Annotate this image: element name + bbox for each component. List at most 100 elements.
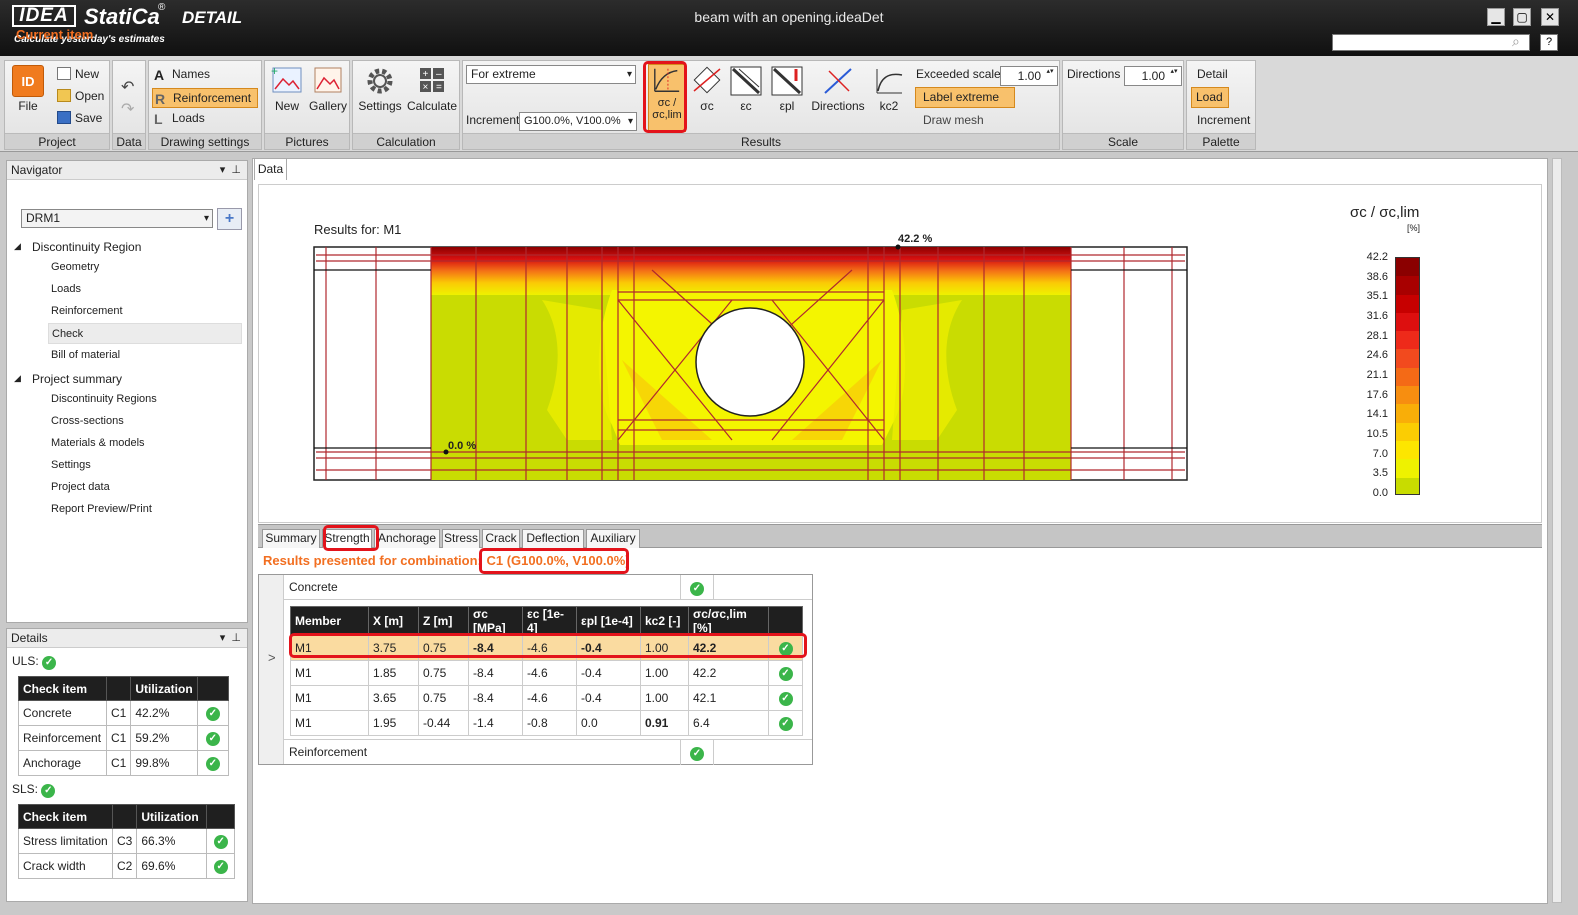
results-header-0[interactable]: Member: [290, 606, 369, 636]
reinforcement-group-row[interactable]: Reinforcement ✓: [284, 739, 812, 765]
results-cell: 42.1: [688, 685, 769, 711]
extreme-combo[interactable]: For extreme: [466, 65, 636, 84]
tree-item-project-data[interactable]: Project data: [48, 477, 242, 498]
group-label-project: Project: [5, 133, 109, 149]
concrete-group-row[interactable]: Concrete ✓: [284, 575, 812, 600]
expand-arrow-icon[interactable]: ◢: [14, 241, 21, 252]
results-status-cell: ✓: [768, 710, 803, 736]
tree-item-check[interactable]: Check: [48, 323, 242, 344]
search-icon[interactable]: ⌕: [1512, 33, 1520, 50]
results-header-3[interactable]: σc [MPa]: [468, 606, 523, 636]
reinforcement-toggle[interactable]: R Reinforcement: [152, 88, 258, 108]
results-header-8[interactable]: [768, 606, 803, 636]
pin-icon[interactable]: ▾ ⊥: [220, 629, 241, 648]
tree-item-loads[interactable]: Loads: [48, 279, 242, 300]
legend-swatch: [1396, 276, 1419, 295]
open-project-button[interactable]: Open: [57, 89, 104, 103]
concrete-status: ✓: [680, 575, 714, 600]
tab-auxiliary[interactable]: Auxiliary: [586, 529, 640, 548]
directions-scale-input[interactable]: 1.00: [1124, 66, 1182, 86]
directions-button[interactable]: Directions: [809, 65, 867, 113]
redo-icon[interactable]: ↷: [121, 99, 134, 119]
palette-increment-option[interactable]: Increment: [1197, 113, 1250, 127]
help-button[interactable]: ?: [1540, 34, 1558, 51]
close-button[interactable]: ✕: [1541, 8, 1559, 26]
tree-item-geometry[interactable]: Geometry: [48, 257, 242, 278]
tab-crack[interactable]: Crack: [482, 529, 520, 548]
calculate-button[interactable]: + – × = Calculate: [405, 65, 459, 113]
sigma-c-button[interactable]: σc: [689, 65, 725, 113]
new-picture-button[interactable]: + New: [267, 65, 307, 113]
undo-icon[interactable]: ↶: [121, 77, 134, 97]
strain-c-button[interactable]: εc: [728, 65, 764, 113]
expand-row-icon[interactable]: >: [268, 650, 276, 665]
tree-item-cross-sections[interactable]: Cross-sections: [48, 411, 242, 432]
max-value-label: 42.2 %: [898, 233, 933, 245]
pin-icon[interactable]: ▾ ⊥: [220, 161, 241, 180]
expand-arrow-icon[interactable]: ◢: [14, 373, 21, 384]
search-input[interactable]: [1332, 34, 1530, 51]
legend-swatch: [1396, 258, 1419, 277]
legend-swatch: [1396, 404, 1419, 423]
new-project-button[interactable]: New: [57, 67, 99, 81]
results-header-5[interactable]: εpl [1e-4]: [576, 606, 641, 636]
tree-node-1[interactable]: Project summary: [32, 372, 122, 386]
tree-item-bill-of-material[interactable]: Bill of material: [48, 345, 242, 366]
ribbon-group-pictures: + New Gallery Pictures: [264, 60, 350, 150]
tree-item-materials-models[interactable]: Materials & models: [48, 433, 242, 454]
sls-row[interactable]: Crack width C2 69.6% ✓: [18, 853, 235, 879]
add-item-button[interactable]: +: [217, 208, 242, 230]
check-ok-icon: ✓: [213, 835, 228, 849]
results-cell: -0.4: [576, 660, 641, 686]
strain-pl-button[interactable]: εpl: [769, 65, 805, 113]
tree-item-report-preview-print[interactable]: Report Preview/Print: [48, 499, 242, 520]
sls-row[interactable]: Stress limitation C3 66.3% ✓: [18, 828, 235, 854]
exceeded-scale-input[interactable]: 1.00: [1000, 66, 1058, 86]
uls-row[interactable]: Reinforcement C1 59.2% ✓: [18, 725, 230, 751]
kc2-button[interactable]: kc2: [871, 65, 907, 113]
file-button[interactable]: ID File: [8, 65, 48, 113]
current-item-combo[interactable]: DRM1: [21, 209, 213, 228]
uls-row[interactable]: Anchorage C1 99.8% ✓: [18, 750, 230, 776]
save-project-button[interactable]: Save: [57, 111, 102, 125]
results-cell: -0.44: [418, 710, 469, 736]
results-header-7[interactable]: σc/σc,lim [%]: [688, 606, 769, 636]
results-cell: 1.95: [368, 710, 419, 736]
min-value-label: 0.0 %: [448, 440, 477, 452]
draw-mesh-toggle[interactable]: Draw mesh: [923, 113, 984, 127]
tab-deflection[interactable]: Deflection: [522, 529, 584, 548]
names-button[interactable]: A Names: [154, 67, 210, 83]
label-extreme-toggle[interactable]: Label extreme: [915, 87, 1015, 108]
results-header-2[interactable]: Z [m]: [418, 606, 469, 636]
increment-combo[interactable]: G100.0%, V100.0%: [519, 112, 637, 131]
minimize-button[interactable]: ▁: [1487, 8, 1505, 26]
results-cell: M1: [290, 660, 369, 686]
settings-button[interactable]: Settings: [357, 65, 403, 113]
uls-row[interactable]: Concrete C1 42.2% ✓: [18, 700, 230, 726]
results-cell: M1: [290, 685, 369, 711]
results-header-1[interactable]: X [m]: [368, 606, 419, 636]
tab-anchorage[interactable]: Anchorage: [374, 529, 440, 548]
palette-detail-option[interactable]: Detail: [1197, 67, 1228, 81]
maximize-button[interactable]: ▢: [1513, 8, 1531, 26]
results-header-6[interactable]: kc2 [-]: [640, 606, 689, 636]
loads-button[interactable]: L Loads: [154, 111, 205, 127]
tree-node-0[interactable]: Discontinuity Region: [32, 240, 141, 254]
tab-stress[interactable]: Stress: [442, 529, 480, 548]
table-row[interactable]: M1 1.95 -0.44 -1.4 -0.8 0.0 0.91 6.4 ✓: [290, 710, 803, 736]
uls-header-comb: [105, 676, 132, 701]
tab-data[interactable]: Data: [254, 158, 287, 180]
results-cell: 0.75: [418, 685, 469, 711]
gallery-button[interactable]: Gallery: [308, 65, 348, 113]
table-row[interactable]: M1 3.65 0.75 -8.4 -4.6 -0.4 1.00 42.1 ✓: [290, 685, 803, 711]
tree-item-discontinuity-regions[interactable]: Discontinuity Regions: [48, 389, 242, 410]
vertical-scrollbar[interactable]: [1552, 158, 1562, 903]
beam-stress-drawing[interactable]: [312, 240, 1192, 485]
tree-item-settings[interactable]: Settings: [48, 455, 242, 476]
palette-load-option[interactable]: Load: [1191, 87, 1229, 108]
legend-swatch: [1396, 386, 1419, 405]
tree-item-reinforcement[interactable]: Reinforcement: [48, 301, 242, 322]
tab-summary[interactable]: Summary: [262, 529, 320, 548]
table-row[interactable]: M1 1.85 0.75 -8.4 -4.6 -0.4 1.00 42.2 ✓: [290, 660, 803, 686]
results-header-4[interactable]: εc [1e-4]: [522, 606, 577, 636]
